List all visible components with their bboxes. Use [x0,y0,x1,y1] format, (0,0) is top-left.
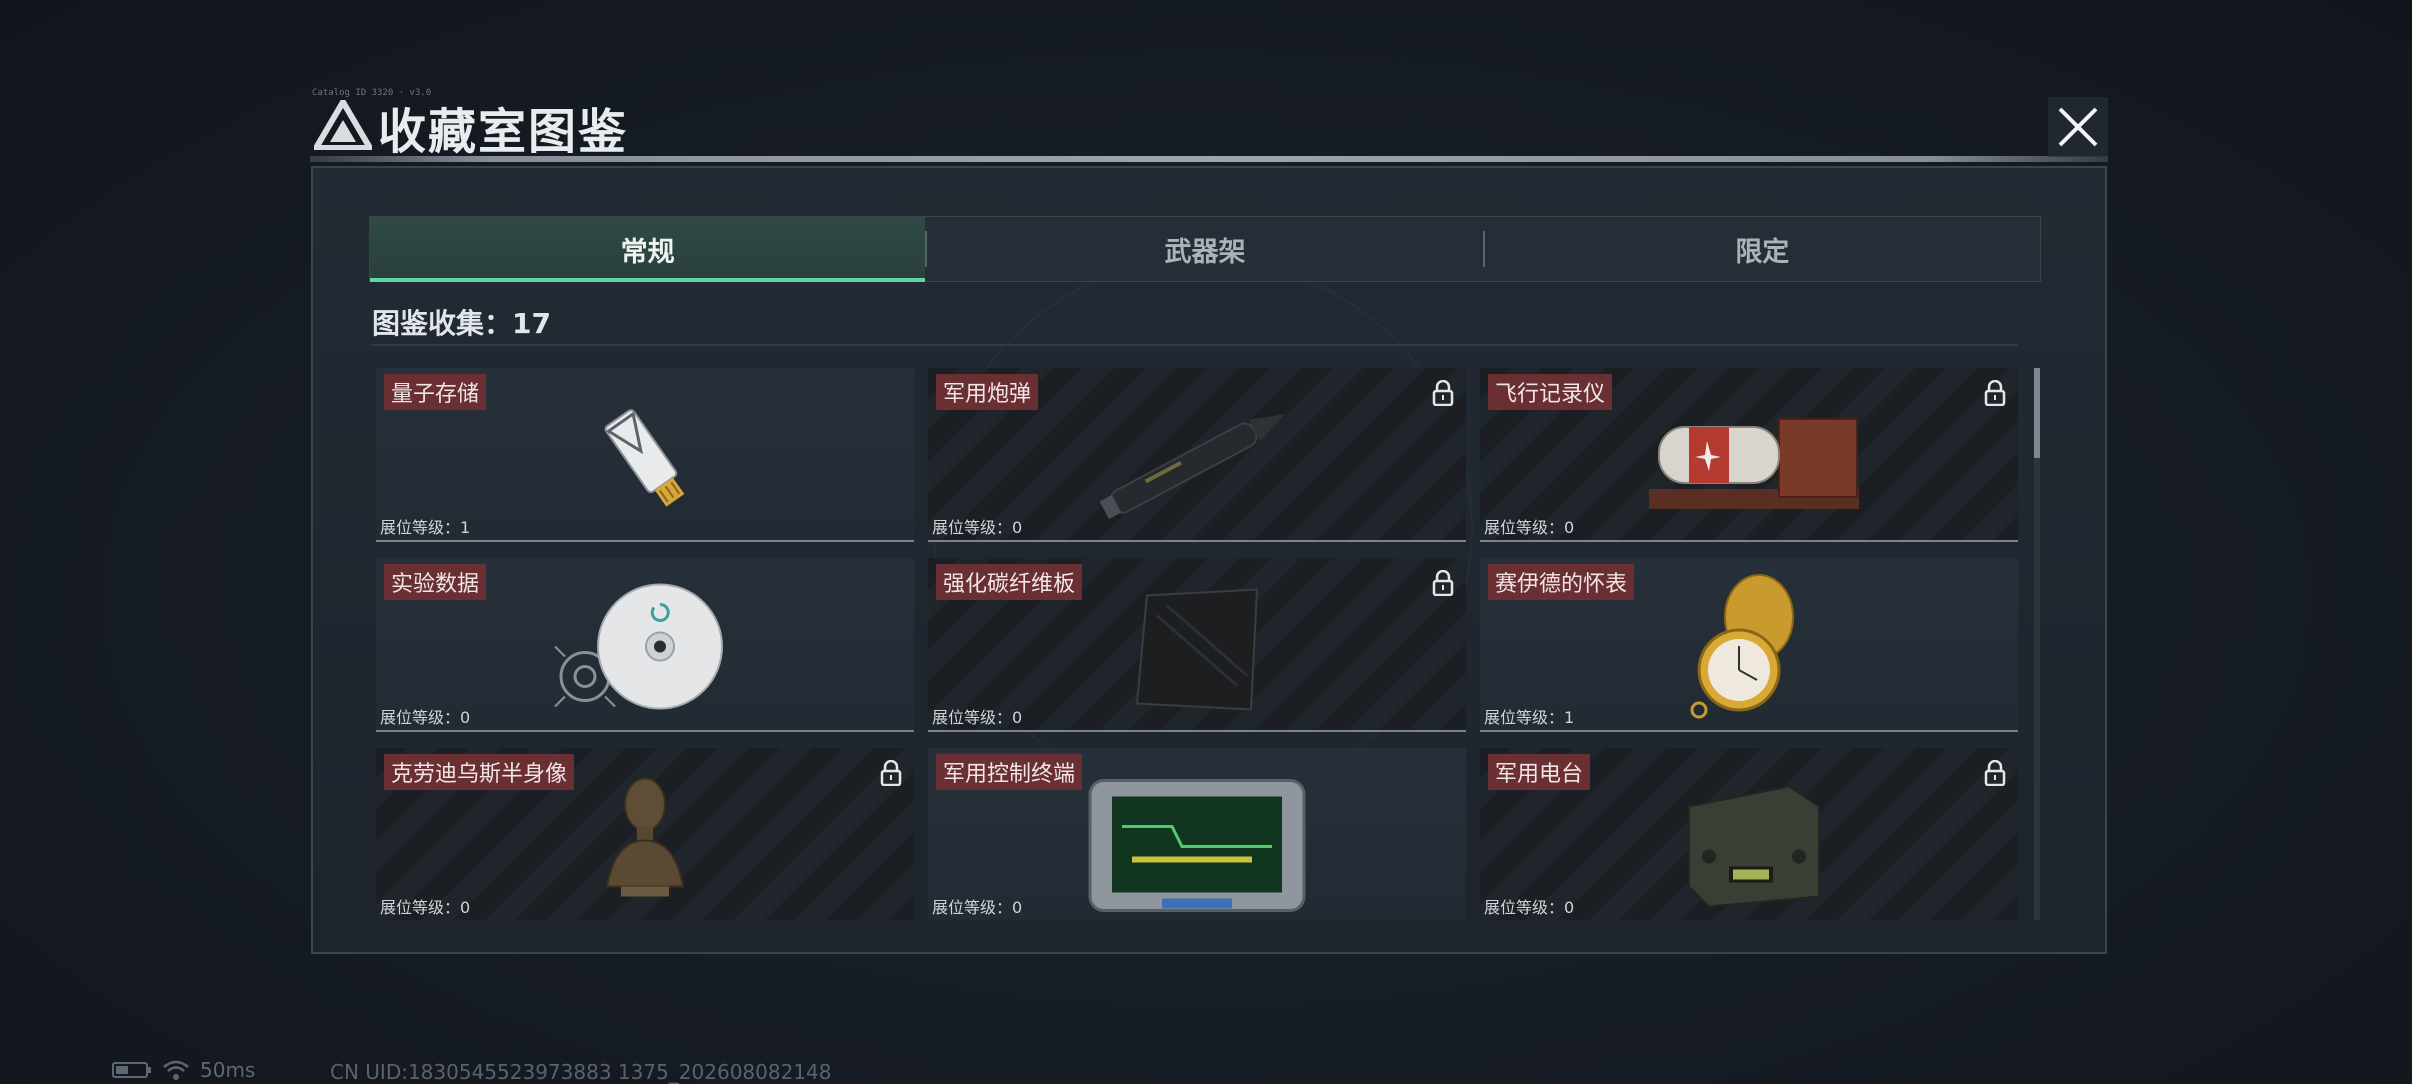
collection-count: 图鉴收集：17 [372,307,551,340]
dialog-header: Catalog ID 3320 · v3.0 收藏室图鉴 [310,88,2110,168]
collection-card-control-terminal[interactable]: 军用控制终端 展位等级：0 [928,748,1466,920]
lock-icon [880,760,902,786]
item-name: 赛伊德的怀表 [1488,564,1635,600]
disc-icon [554,583,723,710]
item-name: 军用电台 [1488,754,1591,790]
booth-level: 展位等级：0 [1484,518,1575,537]
section-divider [372,344,2018,346]
lock-icon [1984,380,2006,406]
collection-card-carbon-fiber-plate[interactable]: 强化碳纤维板 展位等级：0 [928,558,1466,732]
ping-text: 50ms [200,1058,256,1082]
lock-icon [1432,570,1454,596]
close-icon [2058,107,2098,147]
user-uid: CN UID:1830545523973883 1375_20260808214… [330,1060,832,1084]
booth-level: 展位等级：0 [380,898,471,917]
category-tabs: 常规 武器架 限定 [369,216,2041,282]
collection-card-quantum-storage[interactable]: 量子存储 展位等级：1 [376,368,914,542]
lock-icon [1984,760,2006,786]
item-name: 强化碳纤维板 [936,564,1083,600]
grid-scrollbar[interactable] [2034,368,2040,920]
booth-level: 展位等级：0 [932,708,1023,727]
item-name: 军用炮弹 [936,374,1039,410]
item-name: 量子存储 [384,374,487,410]
usb-drive-icon [604,409,685,507]
collection-grid: 量子存储 展位等级：1 军用炮弹 展位等级：0 飞行记录仪 展位等级：0 实验数… [372,368,2022,920]
collection-card-experiment-data[interactable]: 实验数据 展位等级：0 [376,558,914,732]
item-name: 实验数据 [384,564,487,600]
pocket-watch-icon [1690,574,1794,719]
item-name: 飞行记录仪 [1488,374,1613,410]
bust-icon [605,777,685,897]
carbon-plate-icon [1135,588,1259,711]
collection-card-pocket-watch[interactable]: 赛伊德的怀表 展位等级：1 [1480,558,2018,732]
booth-level: 展位等级：0 [380,708,471,727]
item-name: 克劳迪乌斯半身像 [384,754,575,790]
dialog-title: 收藏室图鉴 [378,104,629,160]
header-divider [310,156,2108,162]
tab-limited[interactable]: 限定 [1485,217,2040,281]
flight-recorder-icon [1649,418,1859,509]
lock-icon [1432,380,1454,406]
item-name: 军用控制终端 [936,754,1083,790]
radio-icon [1688,785,1820,908]
booth-level: 展位等级：1 [380,518,471,537]
artillery-shell-icon [1099,414,1286,520]
battery-icon [112,1062,151,1078]
scrollbar-thumb[interactable] [2034,368,2040,458]
delta-logo-icon [314,100,372,150]
booth-level: 展位等级：0 [1484,898,1575,917]
booth-level: 展位等级：1 [1484,708,1575,727]
status-bar: 50ms [112,1058,255,1082]
close-button[interactable] [2048,97,2108,157]
collection-card-flight-recorder[interactable]: 飞行记录仪 展位等级：0 [1480,368,2018,542]
tab-weapon-rack[interactable]: 武器架 [927,217,1482,281]
collection-card-claudius-bust[interactable]: 克劳迪乌斯半身像 展位等级：0 [376,748,914,920]
tab-regular[interactable]: 常规 [370,217,926,282]
wifi-icon [163,1060,189,1080]
collection-card-military-radio[interactable]: 军用电台 展位等级：0 [1480,748,2018,920]
booth-level: 展位等级：0 [932,898,1023,917]
control-terminal-icon [1088,779,1306,912]
collection-card-military-shell[interactable]: 军用炮弹 展位等级：0 [928,368,1466,542]
booth-level: 展位等级：0 [932,518,1023,537]
